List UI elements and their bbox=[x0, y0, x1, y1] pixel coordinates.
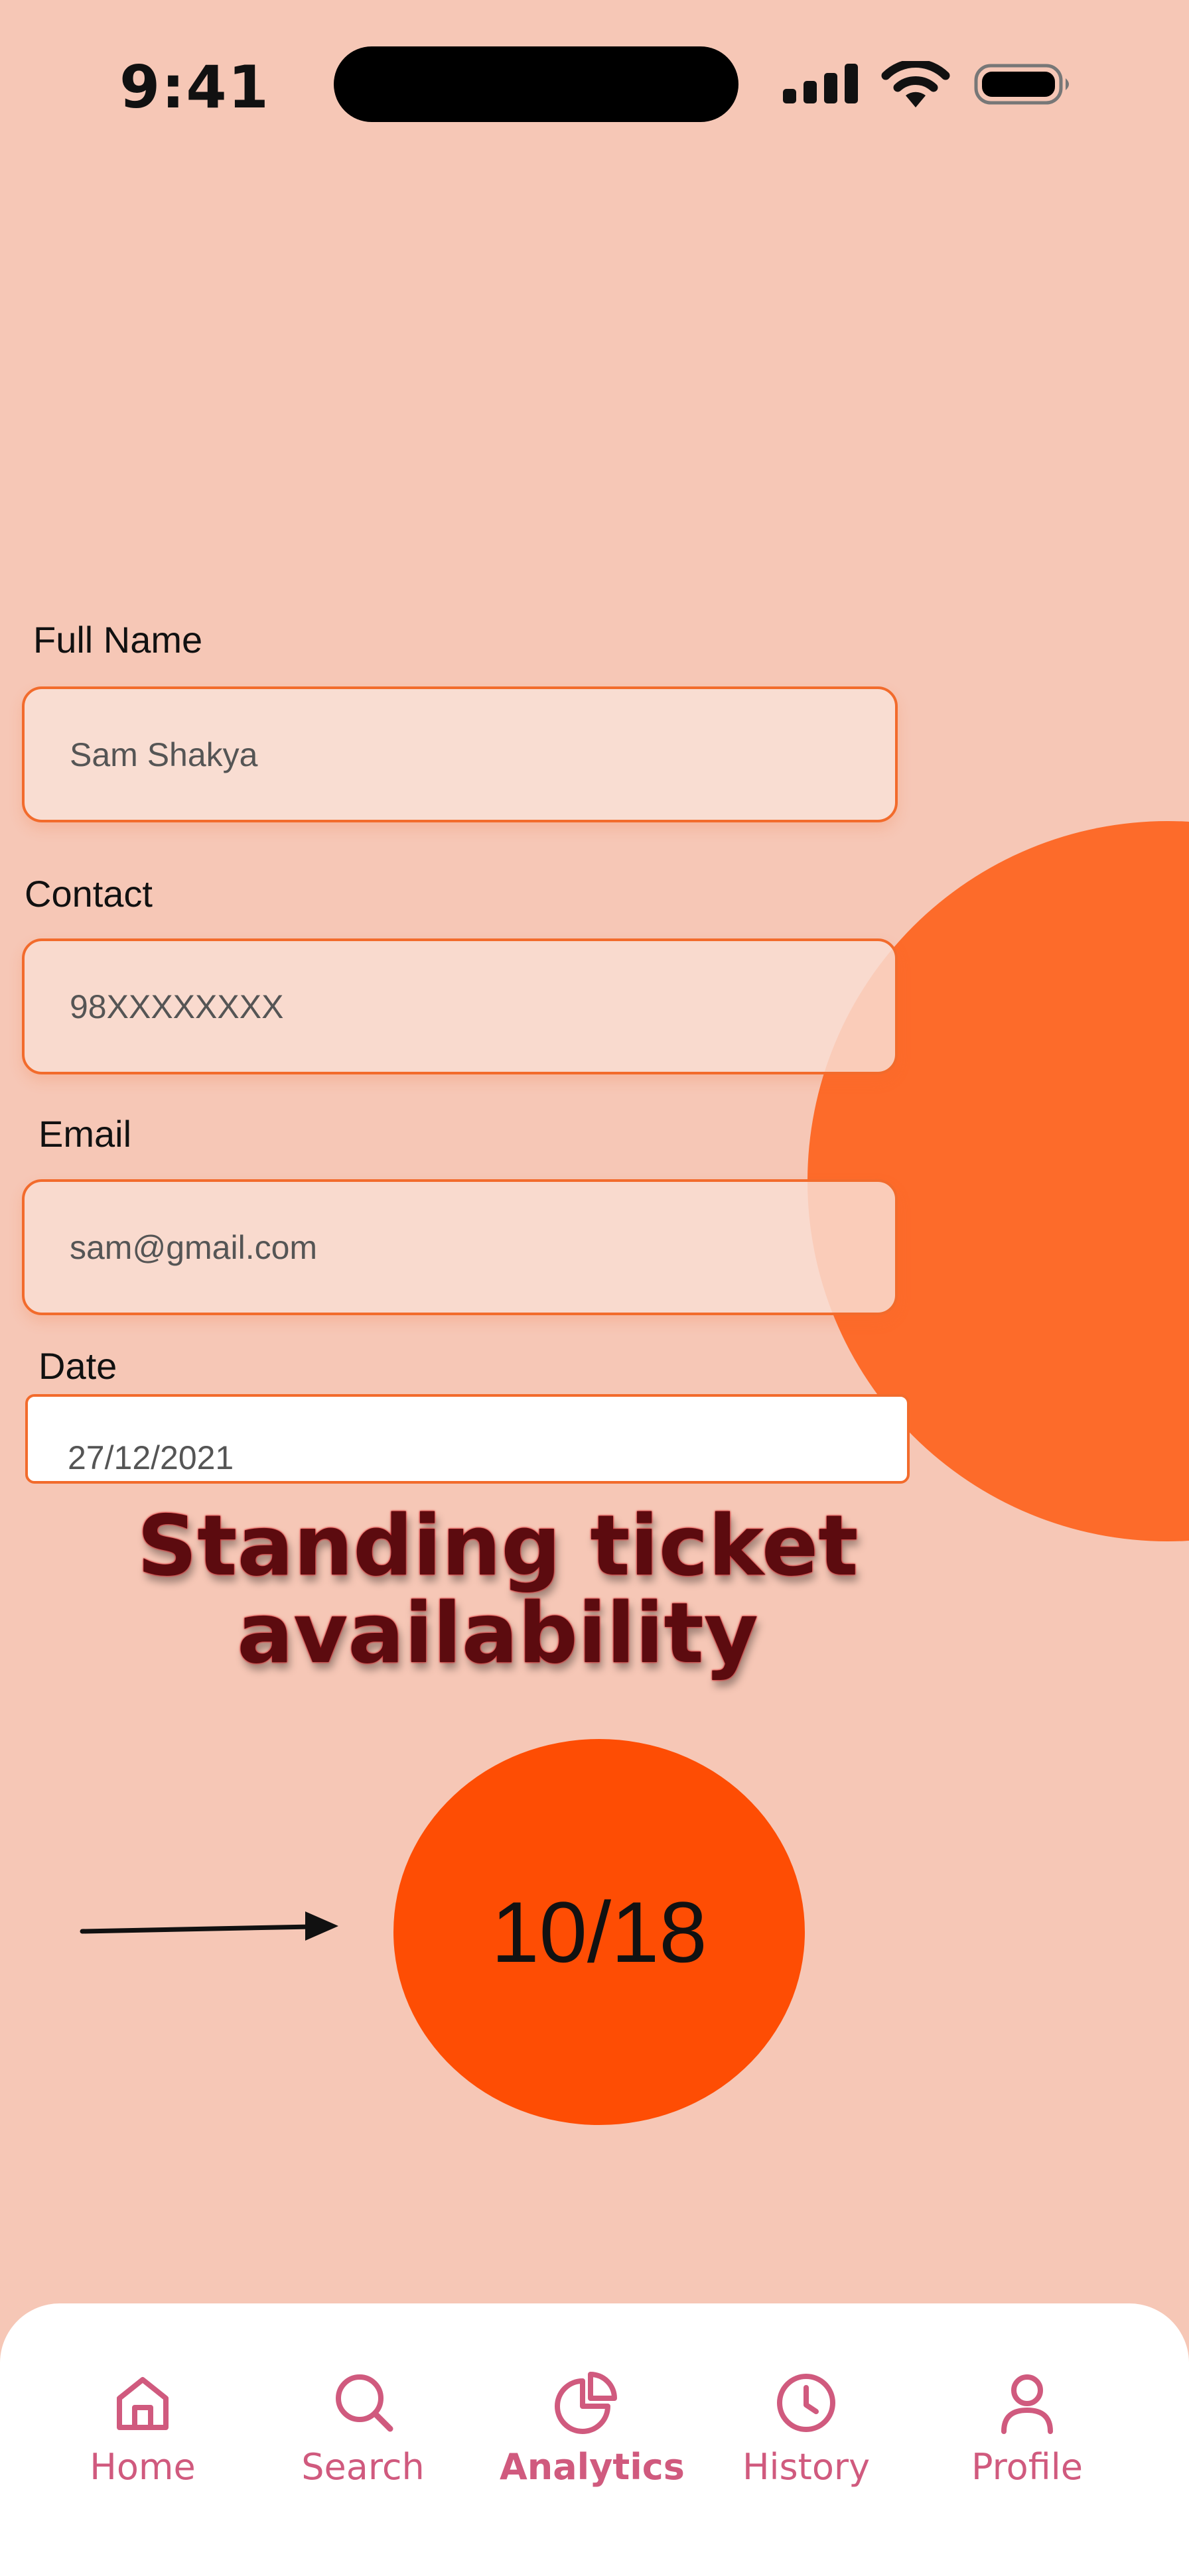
search-icon bbox=[336, 2374, 393, 2432]
email-label: Email bbox=[38, 1113, 132, 1155]
nav-label-profile: Profile bbox=[971, 2446, 1083, 2488]
cellular-signal-icon bbox=[783, 64, 859, 103]
pie-chart-icon bbox=[555, 2372, 617, 2434]
availability-count-badge: 10/18 bbox=[393, 1739, 805, 2125]
nav-item-search[interactable]: Search bbox=[277, 2366, 449, 2488]
nav-label-search: Search bbox=[301, 2446, 425, 2488]
contact-label: Contact bbox=[25, 873, 153, 915]
arrow-right-icon bbox=[80, 1911, 338, 1941]
clock-icon bbox=[777, 2374, 835, 2432]
heading-line-2: availability bbox=[237, 1584, 758, 1682]
full-name-field[interactable] bbox=[22, 686, 898, 822]
date-input[interactable] bbox=[28, 1397, 907, 1481]
date-field[interactable] bbox=[25, 1394, 910, 1484]
contact-input[interactable] bbox=[25, 941, 895, 1072]
date-label: Date bbox=[38, 1345, 117, 1387]
email-field[interactable] bbox=[22, 1179, 898, 1315]
wifi-icon bbox=[881, 61, 950, 107]
heading-line-1: Standing ticket bbox=[137, 1497, 859, 1594]
full-name-input[interactable] bbox=[25, 689, 895, 820]
nav-item-analytics[interactable]: Analytics bbox=[500, 2366, 685, 2488]
nav-item-home[interactable]: Home bbox=[56, 2366, 229, 2488]
status-time: 9:41 bbox=[119, 53, 270, 121]
bottom-navigation: Home Search Analytics History Profile bbox=[0, 2303, 1189, 2576]
battery-icon bbox=[974, 64, 1069, 105]
user-icon bbox=[1001, 2374, 1053, 2434]
nav-item-history[interactable]: History bbox=[720, 2366, 892, 2488]
nav-label-analytics: Analytics bbox=[500, 2446, 685, 2488]
email-input[interactable] bbox=[25, 1182, 895, 1313]
availability-count: 10/18 bbox=[491, 1884, 707, 1980]
nav-label-history: History bbox=[742, 2446, 871, 2488]
home-icon bbox=[117, 2377, 169, 2430]
nav-item-profile[interactable]: Profile bbox=[941, 2366, 1113, 2488]
availability-heading: Standing ticket availability bbox=[133, 1502, 863, 1677]
full-name-label: Full Name bbox=[33, 619, 203, 661]
dynamic-island bbox=[334, 46, 738, 122]
contact-field[interactable] bbox=[22, 938, 898, 1074]
ticket-screen: 9:41 Full Name Contact Email Date bbox=[0, 0, 1189, 2576]
nav-label-home: Home bbox=[90, 2446, 196, 2488]
